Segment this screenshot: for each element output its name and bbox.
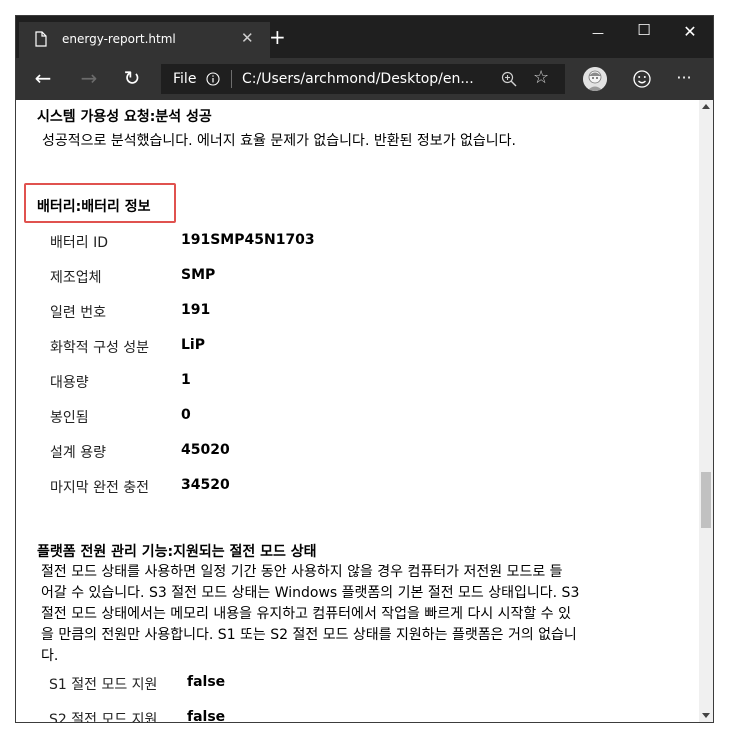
battery-label-longterm: 대용량: [50, 375, 89, 391]
page-icon: [35, 31, 47, 47]
battery-label-full-charge: 마지막 완전 충전: [50, 480, 150, 496]
platform-title: 플랫폼 전원 관리 기능:지원되는 절전 모드 상태: [37, 544, 317, 560]
file-label: File: [173, 71, 197, 87]
forward-button[interactable]: →: [76, 66, 102, 92]
battery-label-serial: 일련 번호: [50, 305, 106, 321]
address-separator: [231, 70, 232, 88]
battery-label-design-capacity: 설계 용량: [50, 445, 106, 461]
zoom-icon[interactable]: [501, 71, 517, 87]
tab-close-icon[interactable]: ✕: [241, 29, 254, 47]
address-bar[interactable]: File C:/Users/archmond/Desktop/en... ☆: [161, 64, 565, 94]
close-button[interactable]: ✕: [667, 22, 713, 52]
availability-title: 시스템 가용성 요청:분석 성공: [37, 109, 212, 125]
maximize-button[interactable]: ☐: [621, 21, 667, 51]
sleep-label-s2: S2 절전 모드 지원: [49, 712, 158, 722]
browser-window: energy-report.html ✕ + — ☐ ✕ ← → ↻ File …: [15, 15, 714, 723]
tab-energy-report[interactable]: energy-report.html ✕: [19, 22, 270, 58]
battery-value-chemistry: LiP: [181, 337, 205, 353]
scroll-thumb[interactable]: [701, 472, 711, 528]
profile-avatar[interactable]: [583, 67, 607, 91]
battery-value-full-charge: 34520: [181, 477, 230, 493]
new-tab-button[interactable]: +: [269, 27, 286, 47]
battery-value-serial: 191: [181, 302, 211, 318]
battery-title: 배터리:배터리 정보: [37, 199, 151, 215]
title-bar: energy-report.html ✕ + — ☐ ✕: [16, 16, 713, 58]
battery-value-design-capacity: 45020: [181, 442, 230, 458]
sleep-label-s1: S1 절전 모드 지원: [49, 677, 158, 693]
url-text[interactable]: C:/Users/archmond/Desktop/en...: [242, 71, 482, 87]
toolbar: ← → ↻ File C:/Users/archmond/Desktop/en.…: [16, 58, 713, 100]
battery-label-sealed: 봉인됨: [50, 410, 89, 426]
platform-line: 절전 모드 상태를 사용하면 일정 기간 동안 사용하지 않을 경우 컴퓨터가 …: [41, 564, 563, 580]
feedback-smiley-icon[interactable]: [630, 67, 654, 91]
sleep-value-s2: false: [187, 709, 226, 722]
report-content: 시스템 가용성 요청:분석 성공 성공적으로 분석했습니다. 에너지 효율 문제…: [16, 100, 699, 722]
battery-value-id: 191SMP45N1703: [181, 232, 315, 248]
platform-line: 어갈 수 있습니다. S3 절전 모드 상태는 Windows 플랫폼의 기본 …: [41, 585, 580, 601]
avatar-icon: [583, 67, 607, 91]
battery-label-chemistry: 화학적 구성 성분: [50, 340, 150, 356]
battery-value-longterm: 1: [181, 372, 191, 388]
more-menu-button[interactable]: ···: [672, 68, 696, 92]
battery-label-manufacturer: 제조업체: [50, 270, 102, 286]
refresh-button[interactable]: ↻: [119, 66, 145, 92]
platform-line: 절전 모드 상태에서는 메모리 내용을 유지하고 컴퓨터에서 작업을 빠르게 다…: [41, 606, 571, 622]
tab-title: energy-report.html: [62, 32, 176, 46]
scroll-down-arrow-icon[interactable]: [702, 713, 710, 718]
vertical-scrollbar[interactable]: [699, 100, 713, 722]
platform-line: 다.: [41, 648, 59, 664]
battery-value-sealed: 0: [181, 407, 191, 423]
battery-label-id: 배터리 ID: [50, 235, 108, 251]
scroll-up-arrow-icon[interactable]: [702, 104, 710, 109]
favorite-star-icon[interactable]: ☆: [533, 67, 549, 88]
battery-value-manufacturer: SMP: [181, 267, 216, 283]
sleep-value-s1: false: [187, 674, 226, 690]
info-icon[interactable]: [206, 72, 220, 86]
platform-line: 을 만큼의 전원만 사용합니다. S1 또는 S2 절전 모드 상태를 지원하는…: [41, 627, 577, 643]
minimize-button[interactable]: —: [575, 26, 621, 56]
platform-description: 절전 모드 상태를 사용하면 일정 기간 동안 사용하지 않을 경우 컴퓨터가 …: [41, 562, 661, 667]
availability-text: 성공적으로 분석했습니다. 에너지 효율 문제가 없습니다. 반환된 정보가 없…: [42, 133, 516, 149]
back-button[interactable]: ←: [30, 66, 56, 92]
